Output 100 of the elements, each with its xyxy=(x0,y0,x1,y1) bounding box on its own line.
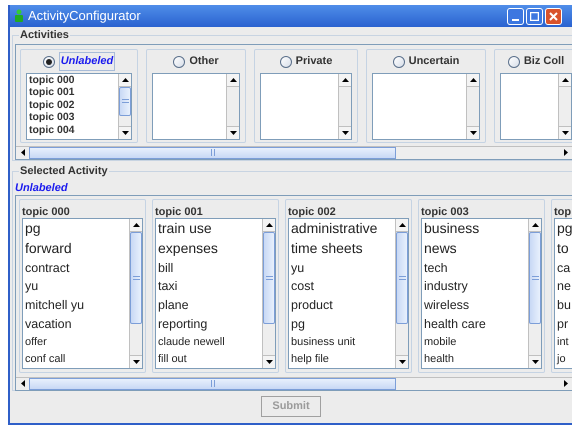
list-item[interactable]: to xyxy=(557,238,572,258)
app-icon xyxy=(14,9,24,23)
list-item[interactable]: plane xyxy=(158,296,262,315)
vertical-scrollbar[interactable] xyxy=(395,218,408,368)
activity-name: Unlabeled xyxy=(15,180,69,194)
scroll-thumb[interactable] xyxy=(29,146,396,158)
radio-label[interactable]: Private xyxy=(296,53,332,70)
scroll-thumb[interactable] xyxy=(130,232,142,324)
minimize-button[interactable] xyxy=(507,8,524,24)
vertical-scrollbar[interactable] xyxy=(129,218,142,368)
scroll-thumb[interactable] xyxy=(119,86,131,116)
scroll-down-arrow-icon xyxy=(266,360,272,364)
scroll-up-arrow-icon xyxy=(132,222,140,226)
radio-label[interactable]: Other xyxy=(189,53,219,70)
list-item[interactable]: wireless xyxy=(424,296,528,315)
grip-icon xyxy=(532,276,538,280)
list-item[interactable]: expenses xyxy=(158,238,262,258)
list-item[interactable]: help file xyxy=(291,350,395,368)
horizontal-scrollbar[interactable] xyxy=(16,376,572,390)
scroll-left-arrow-icon xyxy=(20,380,24,387)
scroll-thumb[interactable] xyxy=(29,378,396,390)
scroll-thumb[interactable] xyxy=(529,232,541,324)
radio-button[interactable] xyxy=(508,56,520,68)
list-item[interactable]: taxi xyxy=(158,277,262,296)
topic-title: topic 002 xyxy=(288,204,337,218)
scroll-down-arrow-icon xyxy=(562,130,568,134)
scroll-right-arrow-icon xyxy=(564,149,568,156)
list-item[interactable]: pg xyxy=(557,218,572,238)
radio-button[interactable] xyxy=(280,56,292,68)
radio-label[interactable]: Biz Coll xyxy=(524,53,564,70)
topic-title: topic 001 xyxy=(155,204,204,218)
scroll-down-arrow-icon xyxy=(122,130,128,134)
list-item[interactable]: pg xyxy=(25,218,129,238)
scroll-up-arrow-icon xyxy=(398,222,406,226)
list-item[interactable]: train use xyxy=(158,218,262,238)
list-item[interactable]: yu xyxy=(25,277,129,296)
scroll-down-arrow-icon xyxy=(470,130,476,134)
list-item[interactable]: fill out xyxy=(158,350,262,368)
list-item[interactable]: reporting xyxy=(158,314,262,334)
radio-label[interactable]: Uncertain xyxy=(408,53,460,70)
minimize-icon xyxy=(512,18,519,20)
vertical-scrollbar[interactable] xyxy=(118,74,131,138)
list-item[interactable]: yu xyxy=(291,258,395,278)
scroll-down-arrow-icon xyxy=(132,360,140,364)
list-item[interactable]: product xyxy=(291,296,395,315)
radio-button[interactable] xyxy=(392,56,405,68)
radio-label[interactable]: Unlabeled xyxy=(58,52,116,71)
list-item[interactable]: pr xyxy=(557,314,572,334)
list-item[interactable]: contract xyxy=(25,258,129,278)
list-item[interactable]: topic 001 xyxy=(29,86,118,98)
vertical-scrollbar[interactable] xyxy=(226,74,239,138)
vertical-scrollbar[interactable] xyxy=(558,74,571,138)
vertical-scrollbar[interactable] xyxy=(262,218,275,368)
radio-button[interactable] xyxy=(173,56,186,68)
scroll-thumb[interactable] xyxy=(396,232,408,324)
list-item[interactable]: jo xyxy=(557,350,572,368)
list-item[interactable]: health care xyxy=(424,314,528,334)
scroll-down-arrow-icon xyxy=(342,130,348,134)
list-item[interactable]: bu xyxy=(557,296,572,315)
grip-icon xyxy=(266,276,272,280)
topic-title: topic 000 xyxy=(22,204,71,218)
list-item[interactable]: vacation xyxy=(25,314,129,334)
close-button[interactable] xyxy=(545,8,562,24)
list-item[interactable]: bill xyxy=(158,258,262,278)
close-icon xyxy=(549,12,558,20)
list-item[interactable]: ca xyxy=(557,258,572,278)
list-item[interactable]: topic 000 xyxy=(29,74,118,86)
grip-icon xyxy=(122,99,128,104)
list-item[interactable]: topic 004 xyxy=(29,124,118,136)
list-item[interactable]: ne xyxy=(557,277,572,296)
list-item[interactable]: int xyxy=(557,334,572,351)
list-item[interactable]: mitchell yu xyxy=(25,296,129,315)
radio-button[interactable] xyxy=(42,56,55,68)
list-item[interactable]: business xyxy=(424,218,528,238)
vertical-scrollbar[interactable] xyxy=(528,218,541,368)
vertical-scrollbar[interactable] xyxy=(466,74,479,138)
list-item[interactable]: topic 003 xyxy=(29,111,118,124)
list-item[interactable]: pg xyxy=(291,314,395,334)
list-item[interactable]: news xyxy=(424,238,528,258)
list-item[interactable]: topic 002 xyxy=(29,98,118,111)
list-item[interactable]: time sheets xyxy=(291,238,395,258)
list-item[interactable]: conf call xyxy=(25,350,129,368)
list-item[interactable]: mobile xyxy=(424,334,528,351)
vertical-scrollbar[interactable] xyxy=(338,74,351,138)
scroll-up-arrow-icon xyxy=(470,78,476,82)
scroll-down-arrow-icon xyxy=(230,130,236,134)
list-item[interactable]: health xyxy=(424,350,528,368)
maximize-button[interactable] xyxy=(526,8,543,24)
list-item[interactable]: forward xyxy=(25,238,129,258)
list-item[interactable]: administrative xyxy=(291,218,395,238)
scroll-thumb[interactable] xyxy=(263,232,275,324)
topic-title: top xyxy=(554,204,572,218)
list-item[interactable]: offer xyxy=(25,334,129,351)
scroll-up-arrow-icon xyxy=(342,78,348,82)
list-item[interactable]: cost xyxy=(291,277,395,296)
list-item[interactable]: claude newell xyxy=(158,334,262,351)
list-item[interactable]: tech xyxy=(424,258,528,278)
horizontal-scrollbar[interactable] xyxy=(16,146,572,158)
list-item[interactable]: business unit xyxy=(291,334,395,351)
list-item[interactable]: industry xyxy=(424,277,528,296)
